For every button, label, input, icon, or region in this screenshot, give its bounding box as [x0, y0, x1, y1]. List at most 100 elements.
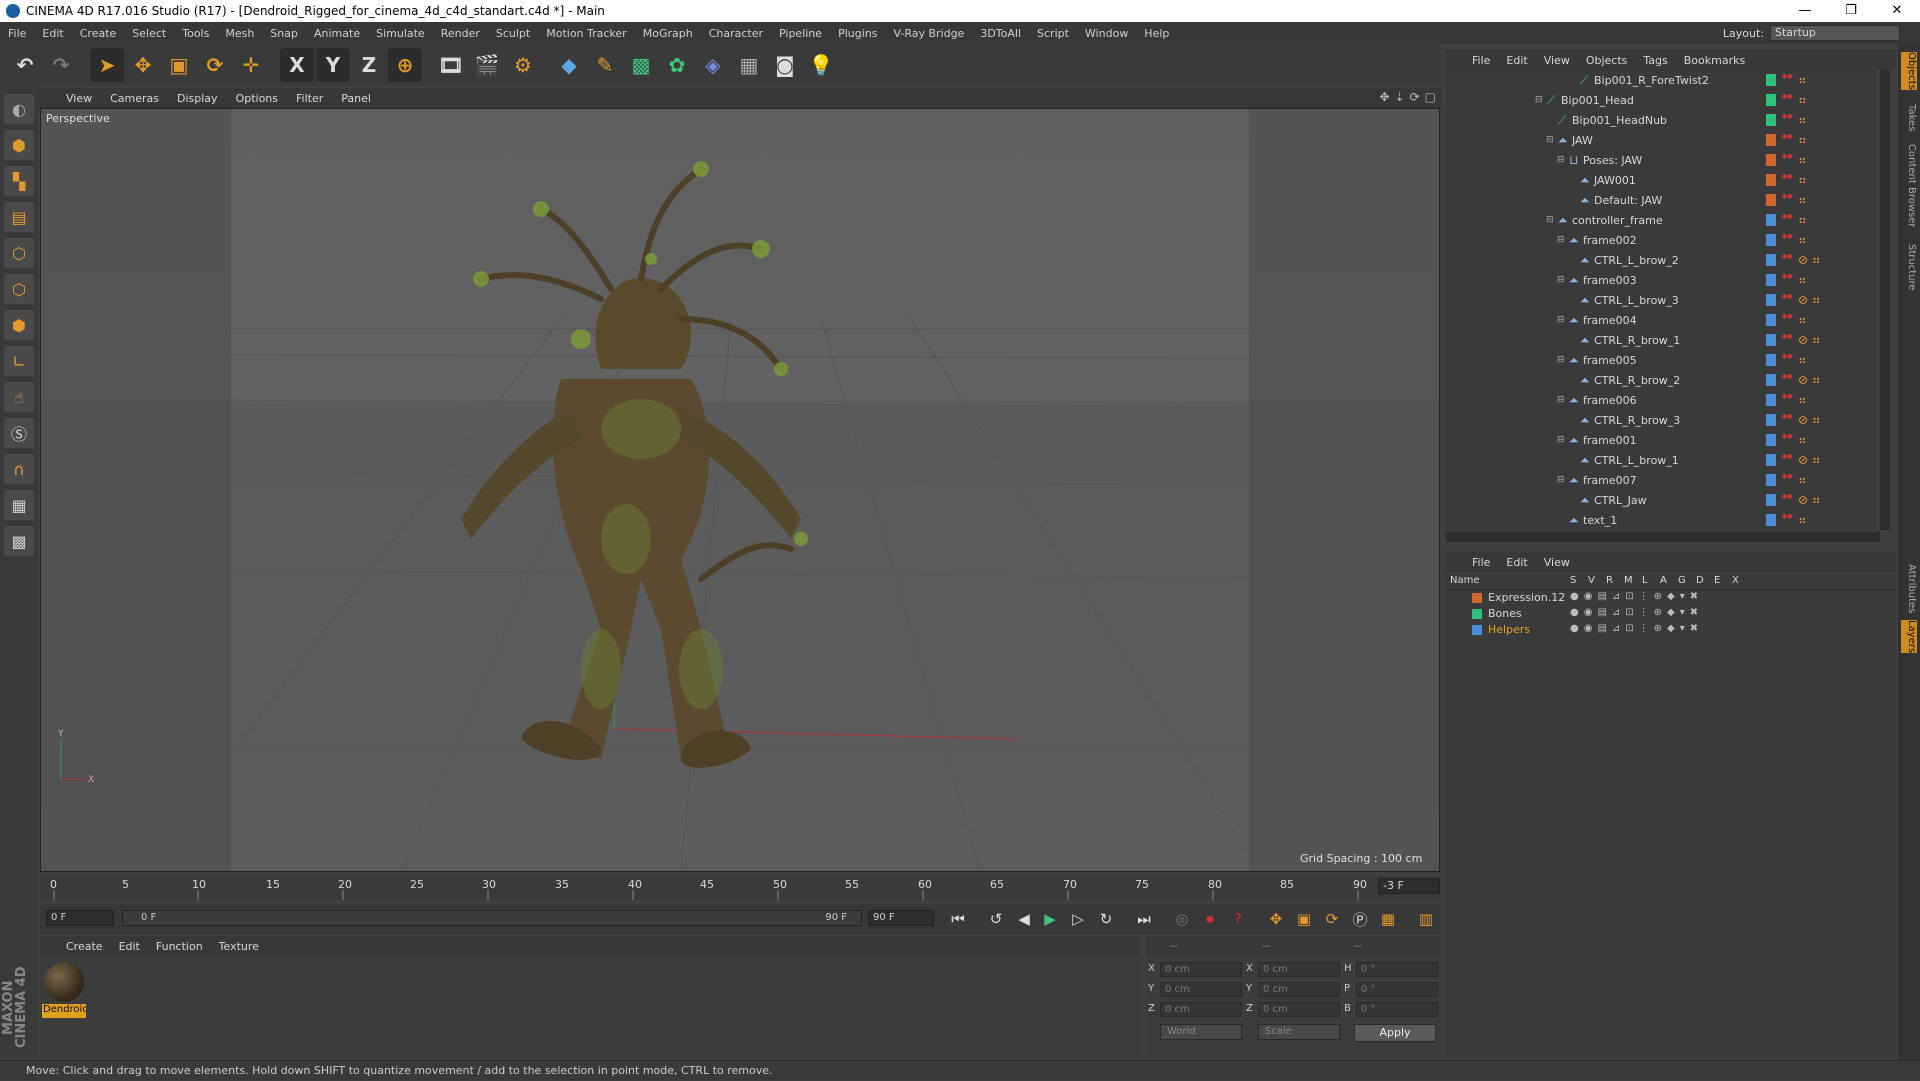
- subdivision-icon[interactable]: ▩: [624, 48, 658, 82]
- maximize-view-icon[interactable]: ▢: [1425, 90, 1436, 104]
- tweak-mode-icon[interactable]: ☝: [4, 382, 34, 412]
- workplane-grid-icon[interactable]: ▩: [4, 526, 34, 556]
- visibility-dots-icon[interactable]: ●●: [1782, 413, 1792, 427]
- layer-menu-file[interactable]: File: [1472, 556, 1490, 569]
- menu-create[interactable]: Create: [72, 27, 125, 40]
- go-to-start-icon[interactable]: ⏮: [946, 906, 970, 932]
- layer-flag-icons[interactable]: ●◉▤⊿⊡⋮⊕◆▾✖: [1570, 591, 1703, 602]
- layer-color-swatch[interactable]: [1766, 114, 1776, 126]
- points-mode-icon[interactable]: ⬡: [4, 238, 34, 268]
- current-frame-field[interactable]: -3 F: [1378, 878, 1440, 894]
- magnet-icon[interactable]: ∩: [4, 454, 34, 484]
- object-menu-file[interactable]: File: [1472, 54, 1490, 67]
- end-frame-field[interactable]: 90 F: [868, 910, 934, 926]
- object-row[interactable]: ⏶ JAW001 ●● ⠶: [1446, 170, 1876, 190]
- layer-color-swatch[interactable]: [1766, 294, 1776, 306]
- menu-tools[interactable]: Tools: [174, 27, 217, 40]
- tab-objects[interactable]: Objects: [1901, 52, 1917, 90]
- object-tree-hscrollbar[interactable]: [1446, 532, 1880, 542]
- constraint-tag-icon[interactable]: ⊘ ⠶: [1798, 333, 1821, 347]
- coord-size-x-field[interactable]: 0 cm: [1258, 962, 1340, 977]
- preview-range-slider[interactable]: 0 F 90 F: [122, 910, 862, 926]
- material-preview-ball[interactable]: [44, 962, 84, 1002]
- collapse-toggle-icon[interactable]: ⊟: [1535, 95, 1543, 105]
- layer-row[interactable]: Bones ●◉▤⊿⊡⋮⊕◆▾✖: [1446, 606, 1896, 622]
- deformer-icon[interactable]: ◈: [696, 48, 730, 82]
- axis-mode-icon[interactable]: ∟: [4, 346, 34, 376]
- layer-color-swatch[interactable]: [1766, 454, 1776, 466]
- ik-tag-icon[interactable]: ⠶: [1798, 313, 1807, 327]
- layer-color-swatch[interactable]: [1766, 494, 1776, 506]
- menu-window[interactable]: Window: [1077, 27, 1136, 40]
- coord-rot-b-field[interactable]: 0 °: [1356, 1002, 1438, 1017]
- collapse-toggle-icon[interactable]: ⊟: [1557, 435, 1565, 445]
- floor-icon[interactable]: ▦: [732, 48, 766, 82]
- object-tree-scrollbar[interactable]: [1880, 70, 1890, 530]
- layer-color-swatch[interactable]: [1766, 354, 1776, 366]
- layer-row[interactable]: Expression.12 ●◉▤⊿⊡⋮⊕◆▾✖: [1446, 590, 1896, 606]
- scale-icon[interactable]: ▣: [162, 48, 196, 82]
- ik-tag-icon[interactable]: ⠶: [1798, 173, 1807, 187]
- material-menu-create[interactable]: Create: [66, 940, 103, 953]
- object-menu-tags[interactable]: Tags: [1643, 54, 1667, 67]
- perspective-viewport[interactable]: Y X: [40, 108, 1440, 872]
- object-row[interactable]: ⏶ CTRL_L_brow_2 ●● ⊘ ⠶: [1446, 250, 1876, 270]
- timeline-ruler[interactable]: 0 5 10 15 20 25 30 35 40 45 50 55 60 65 …: [40, 876, 1440, 900]
- layer-color-swatch[interactable]: [1472, 609, 1482, 619]
- object-row[interactable]: ⏶ CTRL_Jaw ●● ⊘ ⠶: [1446, 490, 1876, 510]
- object-name[interactable]: CTRL_L_brow_1: [1594, 454, 1679, 467]
- previous-key-icon[interactable]: ↺: [984, 906, 1008, 932]
- tab-takes[interactable]: Takes: [1901, 104, 1917, 131]
- visibility-dots-icon[interactable]: ●●: [1782, 173, 1792, 187]
- object-menu-view[interactable]: View: [1544, 54, 1570, 67]
- visibility-dots-icon[interactable]: ●●: [1782, 333, 1792, 347]
- texture-mode-icon[interactable]: ▚: [4, 166, 34, 196]
- menu-vray-bridge[interactable]: V-Ray Bridge: [885, 27, 972, 40]
- keyframe-selection-icon[interactable]: ?: [1226, 906, 1250, 932]
- light-icon[interactable]: 💡: [804, 48, 838, 82]
- layer-color-swatch[interactable]: [1766, 254, 1776, 266]
- coord-rot-h-field[interactable]: 0 °: [1356, 962, 1438, 977]
- material-menu-edit[interactable]: Edit: [119, 940, 140, 953]
- menu-snap[interactable]: Snap: [262, 27, 306, 40]
- coord-pos-z-field[interactable]: 0 cm: [1160, 1002, 1242, 1017]
- layer-color-swatch[interactable]: [1766, 274, 1776, 286]
- viewport-menu-view[interactable]: View: [66, 92, 92, 105]
- layer-color-swatch[interactable]: [1766, 414, 1776, 426]
- visibility-dots-icon[interactable]: ●●: [1782, 433, 1792, 447]
- object-name[interactable]: Poses: JAW: [1583, 154, 1642, 167]
- constraint-tag-icon[interactable]: ⊘ ⠶: [1798, 453, 1821, 467]
- select-arrow-icon[interactable]: ➤: [90, 48, 124, 82]
- z-axis-icon[interactable]: Z: [352, 48, 386, 82]
- object-name[interactable]: text_1: [1583, 514, 1617, 527]
- viewport-menu-filter[interactable]: Filter: [296, 92, 323, 105]
- object-menu-edit[interactable]: Edit: [1506, 54, 1527, 67]
- cloner-icon[interactable]: ✿: [660, 48, 694, 82]
- object-name[interactable]: CTRL_L_brow_2: [1594, 254, 1679, 267]
- menu-mesh[interactable]: Mesh: [217, 27, 262, 40]
- ik-tag-icon[interactable]: ⠶: [1798, 113, 1807, 127]
- layer-name[interactable]: Expression.12: [1488, 591, 1565, 604]
- record-active-objects-icon[interactable]: ◎: [1170, 906, 1194, 932]
- x-axis-icon[interactable]: X: [280, 48, 314, 82]
- record-scale-icon[interactable]: ▣: [1292, 906, 1316, 932]
- object-row[interactable]: ⏶ CTRL_R_brow_1 ●● ⊘ ⠶: [1446, 330, 1876, 350]
- object-name[interactable]: frame006: [1583, 394, 1637, 407]
- coord-size-y-field[interactable]: 0 cm: [1258, 982, 1340, 997]
- visibility-dots-icon[interactable]: ●●: [1782, 273, 1792, 287]
- zoom-icon[interactable]: ⇣: [1395, 90, 1405, 104]
- object-menu-objects[interactable]: Objects: [1586, 54, 1628, 67]
- layer-flag-icons[interactable]: ●◉▤⊿⊡⋮⊕◆▾✖: [1570, 623, 1703, 634]
- redo-icon[interactable]: ↷: [44, 48, 78, 82]
- record-rotation-icon[interactable]: ⟳: [1320, 906, 1344, 932]
- menu-render[interactable]: Render: [433, 27, 488, 40]
- menu-edit[interactable]: Edit: [34, 27, 71, 40]
- object-name[interactable]: CTRL_R_brow_2: [1594, 374, 1680, 387]
- layer-name[interactable]: Bones: [1488, 607, 1522, 620]
- snap-icon[interactable]: Ⓢ: [4, 418, 34, 448]
- polygons-mode-icon[interactable]: ⬢: [4, 310, 34, 340]
- object-row[interactable]: ⏶ Default: JAW ●● ⠶: [1446, 190, 1876, 210]
- model-mode-icon[interactable]: ⬢: [4, 130, 34, 160]
- visibility-dots-icon[interactable]: ●●: [1782, 293, 1792, 307]
- menu-plugins[interactable]: Plugins: [830, 27, 885, 40]
